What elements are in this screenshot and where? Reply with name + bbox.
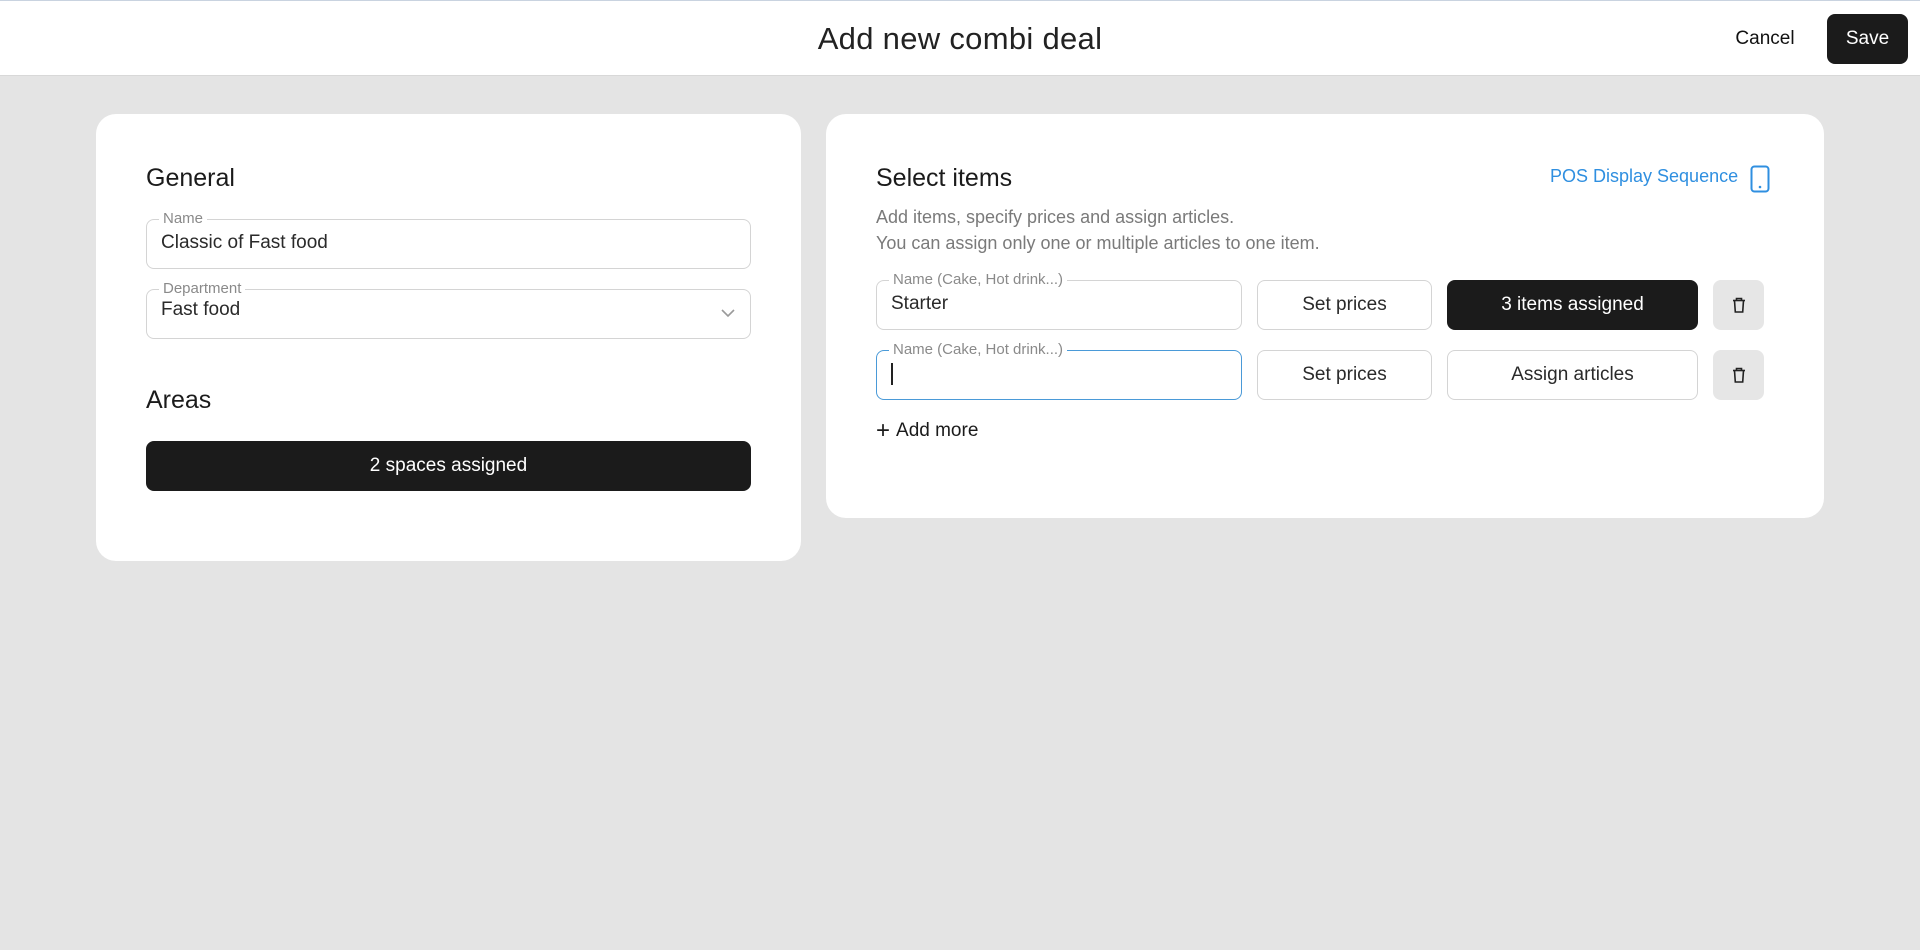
- department-field-label: Department: [159, 280, 246, 298]
- areas-section-title: Areas: [146, 386, 212, 414]
- select-items-description: Add items, specify prices and assign art…: [876, 204, 1320, 256]
- select-items-title: Select items: [876, 164, 1013, 192]
- item-name-input[interactable]: Name (Cake, Hot drink...) Starter: [876, 271, 1242, 330]
- set-prices-button[interactable]: Set prices: [1257, 280, 1432, 330]
- set-prices-button[interactable]: Set prices: [1257, 350, 1432, 400]
- items-assigned-button[interactable]: 3 items assigned: [1447, 280, 1698, 330]
- page-title: Add new combi deal: [817, 21, 1103, 56]
- general-section-title: General: [146, 164, 235, 192]
- trash-icon: [1733, 367, 1745, 383]
- item-name-label: Name (Cake, Hot drink...): [889, 271, 1068, 289]
- chevron-down-icon: [721, 309, 735, 318]
- text-caret: [891, 363, 893, 385]
- pos-display-sequence-link[interactable]: POS Display Sequence: [1550, 166, 1738, 187]
- description-line-1: Add items, specify prices and assign art…: [876, 207, 1235, 227]
- top-bar: Add new combi deal Cancel Save: [0, 0, 1920, 76]
- add-more-button[interactable]: + Add more: [876, 417, 979, 444]
- spaces-assigned-button[interactable]: 2 spaces assigned: [146, 441, 751, 491]
- delete-item-button[interactable]: [1713, 280, 1764, 330]
- department-select[interactable]: Department Fast food: [146, 280, 751, 339]
- save-button[interactable]: Save: [1827, 14, 1908, 64]
- department-field-value: Fast food: [161, 299, 241, 320]
- delete-item-button[interactable]: [1713, 350, 1764, 400]
- item-name-label: Name (Cake, Hot drink...): [889, 341, 1068, 359]
- cancel-button[interactable]: Cancel: [1722, 25, 1808, 53]
- item-name-input[interactable]: Name (Cake, Hot drink...): [876, 341, 1242, 400]
- item-name-value: Starter: [891, 293, 949, 314]
- name-field[interactable]: Name Classic of Fast food: [146, 210, 751, 269]
- mobile-phone-icon[interactable]: [1750, 165, 1770, 193]
- name-field-label: Name: [159, 210, 208, 228]
- description-line-2: You can assign only one or multiple arti…: [876, 233, 1320, 253]
- select-items-card: Select items POS Display Sequence Add it…: [826, 114, 1824, 518]
- add-more-label: Add more: [896, 420, 979, 441]
- plus-icon: +: [876, 417, 891, 444]
- assign-articles-button[interactable]: Assign articles: [1447, 350, 1698, 400]
- general-card: General Name Classic of Fast food Depart…: [96, 114, 801, 561]
- trash-icon: [1733, 297, 1745, 313]
- name-field-value: Classic of Fast food: [161, 232, 328, 253]
